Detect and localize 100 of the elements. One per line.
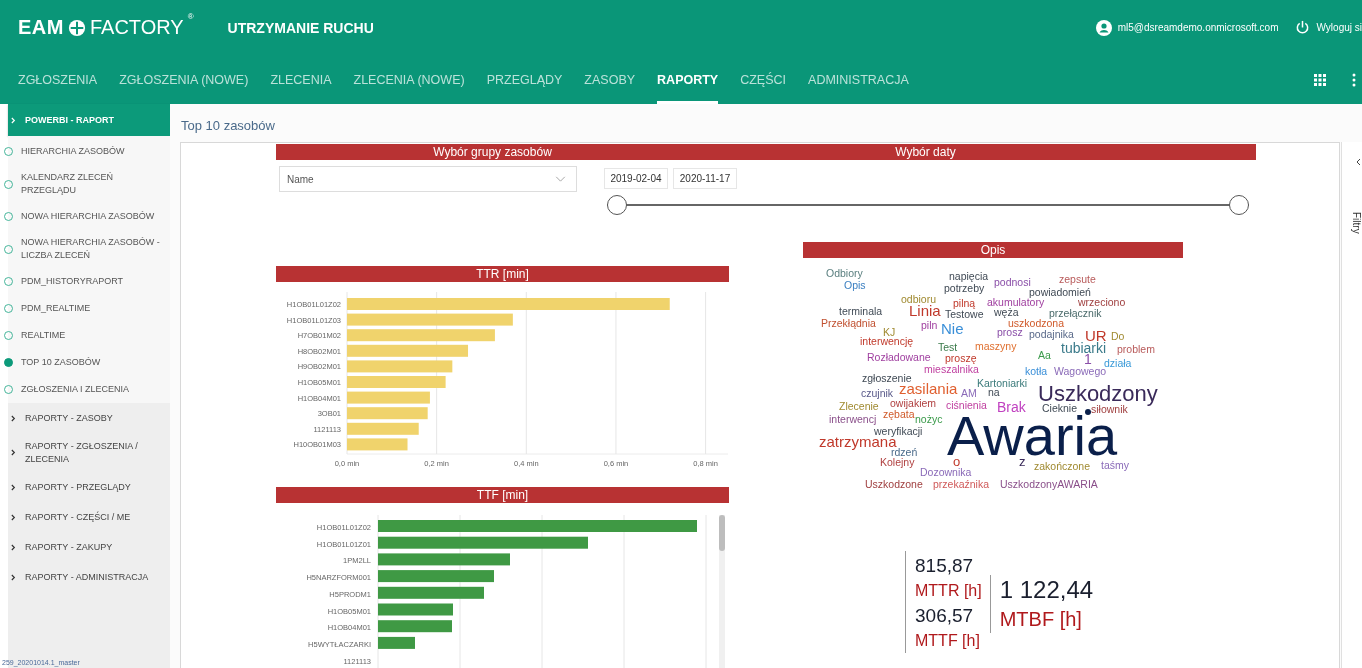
power-icon[interactable] [1294, 20, 1310, 35]
dot-mark [1085, 409, 1091, 415]
sidebar-item[interactable]: KALENDARZ ZLECEŃ PRZEGLĄDU [8, 165, 170, 204]
filter-pane-label: Filtry [1351, 212, 1362, 234]
cloud-word: piln [921, 321, 938, 331]
cloud-word: taśmy [1101, 461, 1129, 471]
kpi-value: 1 122,44 [999, 575, 1094, 605]
sidebar-item[interactable]: NOWA HIERARCHIA ZASOBÓW - LICZBA ZLECEŃ [8, 230, 170, 269]
cloud-word: napięcia [949, 272, 989, 282]
cloud-word: ciśnienia [946, 401, 987, 411]
sidebar-group-label: RAPORTY - ZAKUPY [25, 541, 113, 554]
cloud-word: działa [1104, 359, 1132, 369]
slider-handle[interactable] [1229, 195, 1249, 215]
sidebar-group[interactable]: RAPORTY - CZĘŚCI / ME [8, 502, 170, 533]
cloud-word: 1 [1084, 354, 1092, 366]
cloud-word: zepsute [1059, 275, 1096, 285]
chart-header: TTR [min] [276, 266, 729, 282]
sidebar-group[interactable]: RAPORTY - ZAKUPY [8, 532, 170, 563]
user-email[interactable]: ml5@dsreamdemo.onmicrosoft.com [1117, 22, 1279, 33]
slider-handle[interactable] [607, 195, 627, 215]
cloud-word: proszę [945, 354, 977, 364]
dropdown[interactable]: Name [279, 166, 577, 192]
cloud-word: interwencję [860, 337, 914, 347]
app-title: UTRZYMANIE RUCHU [227, 19, 374, 36]
cloud-word: UR [1085, 329, 1107, 343]
sidebar-item[interactable]: ZGŁOSZENIA I ZLECENIA [8, 376, 170, 404]
cloud-word: kotła [1025, 367, 1048, 377]
page-title: Top 10 zasobów [180, 117, 276, 135]
cloud-word: maszyny [975, 342, 1017, 352]
chevron-icon [11, 573, 16, 581]
cloud-word: Cieknie [1042, 404, 1078, 414]
logo-text: FACTORY [89, 16, 184, 39]
cloud-word: zasilania [899, 382, 958, 396]
cloud-word: tubiarki [1061, 343, 1107, 355]
kpi-label: MTTF [h] [915, 631, 981, 651]
cloud-word: na [988, 388, 1000, 398]
sidebar-item[interactable]: PDM_REALTIME [8, 295, 170, 323]
sidebar-group-label: POWERBI - RAPORT [25, 113, 114, 127]
sidebar-group-label: RAPORTY - CZĘŚCI / ME [25, 511, 131, 524]
kpi-value: 306,57 [915, 604, 975, 628]
date-field[interactable]: 2020-11-17 [673, 168, 737, 189]
chevron-icon [11, 414, 16, 422]
cloud-word: interwencj [829, 415, 877, 425]
cloud-word: powiadomień [1029, 288, 1091, 298]
cloud-word: Wagowego [1054, 367, 1107, 377]
chevron-down-icon [555, 176, 566, 182]
sidebar-group[interactable]: RAPORTY - PRZEGLĄDY [8, 472, 170, 503]
registered-mark: ® [187, 12, 194, 21]
cloud-word: Testowe [945, 310, 984, 320]
cloud-word: węża [994, 308, 1019, 318]
cloud-word: Kolejny [880, 458, 915, 468]
kpi-value: 815,87 [915, 554, 975, 578]
chevron-left-icon [1356, 158, 1361, 166]
cloud-word: Przekłądnia [821, 319, 876, 329]
cloud-word: Awaria [947, 415, 1118, 457]
cloud-word: pilną [953, 299, 976, 309]
cloud-word: potrzeby [944, 284, 985, 294]
sidebar-group-label: RAPORTY - ZGŁOSZENIA / ZLECENIA [25, 440, 139, 466]
sidebar-group[interactable]: RAPORTY - ZASOBY [8, 403, 170, 434]
sidebar-group[interactable]: POWERBI - RAPORT [8, 104, 170, 136]
apps-grid-icon[interactable] [1314, 73, 1326, 86]
chart-header: Opis [803, 242, 1183, 258]
cloud-word: Uszkodzone [865, 480, 923, 490]
scrollbar-thumb[interactable] [719, 515, 725, 551]
cloud-word: Rozładowane [867, 353, 931, 363]
kpi-label: MTBF [h] [999, 607, 1083, 632]
sidebar-item[interactable]: NOWA HIERARCHIA ZASOBÓW [8, 203, 170, 231]
filter-pane[interactable]: Filtry [1341, 142, 1362, 668]
sidebar-group-label: RAPORTY - ADMINISTRACJA [25, 571, 149, 584]
cloud-word: nożyc [915, 415, 943, 425]
chart-bar [378, 636, 415, 649]
cloud-word: akumulatory [987, 298, 1045, 308]
cloud-word: Odbiory [826, 269, 863, 279]
date-field[interactable]: 2019-02-04 [604, 168, 668, 189]
sidebar-item[interactable]: TOP 10 ZASOBÓW [8, 349, 170, 377]
cloud-word: Zlecenie [839, 402, 879, 412]
cloud-word: podajnika [1029, 330, 1074, 340]
sidebar-group[interactable]: RAPORTY - ZGŁOSZENIA / ZLECENIA [8, 433, 170, 473]
cloud-word: UszkodzonyAWARIA [1000, 480, 1098, 490]
cloud-word: siłownik [1091, 405, 1128, 415]
cloud-word: Kartoniarki [977, 379, 1028, 389]
chevron-icon [11, 449, 16, 457]
cloud-word: Nie [941, 322, 964, 336]
cloud-word: Aa [1038, 351, 1051, 361]
cloud-word: zakończone [1034, 462, 1091, 472]
cloud-word: Brak [997, 402, 1026, 414]
sidebar-item[interactable]: REALTIME [8, 322, 170, 350]
user-icon [1095, 19, 1112, 36]
more-menu-icon[interactable] [1352, 72, 1356, 87]
chevron-icon [11, 116, 16, 124]
cloud-word: zębata [883, 410, 915, 420]
sidebar-group[interactable]: RAPORTY - ADMINISTRACJA [8, 562, 170, 593]
chart-bar [347, 438, 408, 451]
sidebar-item[interactable]: HIERARCHIA ZASOBÓW [8, 138, 170, 165]
logout-link[interactable]: Wyloguj si [1316, 22, 1362, 33]
cloud-word: odbioru [901, 295, 937, 305]
cloud-word: owijakiem [890, 399, 937, 409]
cloud-word: weryfikacji [874, 427, 923, 437]
cloud-word: terminala [839, 307, 883, 317]
sidebar-item[interactable]: PDM_HISTORYRAPORT [8, 268, 170, 296]
